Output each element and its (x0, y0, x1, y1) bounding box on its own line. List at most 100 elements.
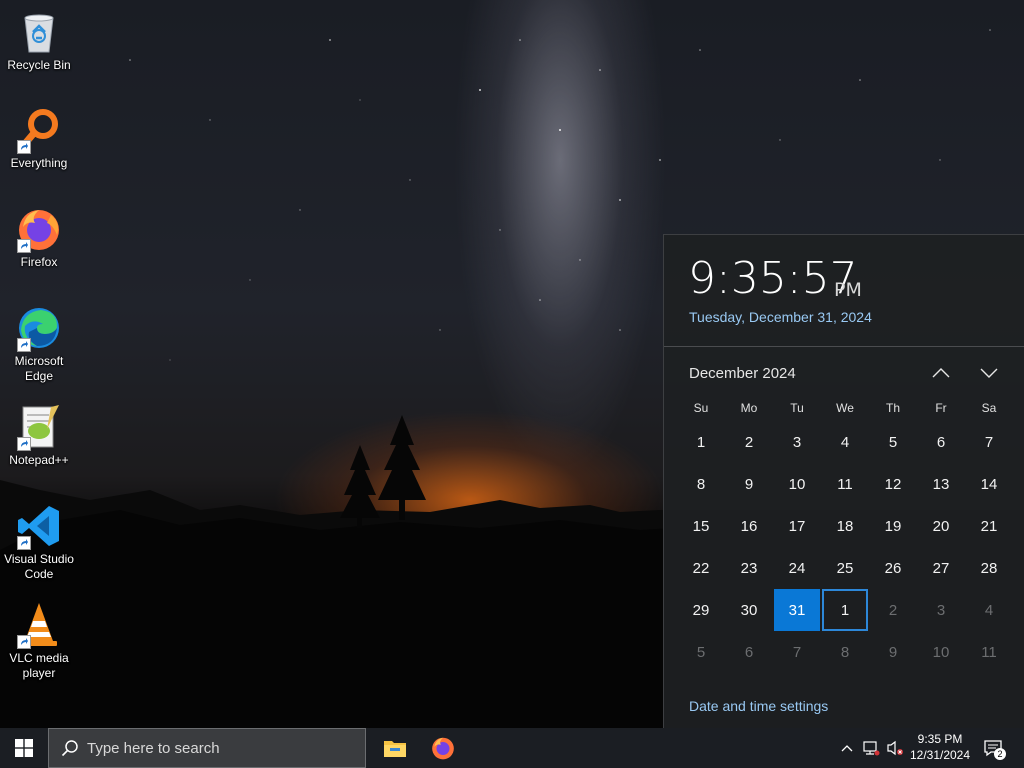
desktop-icon-label: Visual Studio Code (4, 552, 74, 581)
day-of-week: Fr (935, 401, 947, 415)
calendar-day[interactable]: 2 (725, 421, 773, 463)
date-time-settings-link[interactable]: Date and time settings (689, 698, 828, 714)
show-hidden-icons-button[interactable] (838, 728, 856, 768)
calendar-day-next-month[interactable]: 7 (773, 631, 821, 673)
calendar-day[interactable]: 14 (965, 463, 1013, 505)
taskbar-time: 9:35 PM (917, 732, 963, 746)
day-of-week: Sa (981, 401, 997, 415)
day-of-week: Th (885, 401, 900, 415)
calendar-day[interactable]: 1 (677, 421, 725, 463)
chevron-up-icon (932, 368, 950, 378)
action-center-button[interactable] (978, 728, 1008, 768)
chevron-up-icon (841, 745, 853, 752)
day-of-week: Mo (740, 401, 758, 415)
windows-logo-icon (15, 739, 33, 757)
taskbar-file-explorer[interactable] (371, 728, 419, 768)
flyout-divider (664, 346, 1024, 347)
calendar-day[interactable]: 24 (773, 547, 821, 589)
calendar-day[interactable]: 9 (725, 463, 773, 505)
network-status-button[interactable] (860, 728, 882, 768)
desktop-icon-label: Everything (10, 156, 68, 170)
calendar-day-today[interactable]: 31 (774, 589, 820, 631)
calendar-day-next-month[interactable]: 2 (869, 589, 917, 631)
calendar-day[interactable]: 27 (917, 547, 965, 589)
calendar-day-next-month[interactable]: 5 (677, 631, 725, 673)
calendar-week: 1 2 3 4 5 6 7 (677, 421, 1013, 463)
calendar-day[interactable]: 17 (773, 505, 821, 547)
calendar-day[interactable]: 22 (677, 547, 725, 589)
calendar-day-next-month[interactable]: 6 (725, 631, 773, 673)
calendar-day[interactable]: 21 (965, 505, 1013, 547)
recycle-bin-icon (15, 8, 63, 56)
calendar-day[interactable]: 16 (725, 505, 773, 547)
desktop-icon-microsoft-edge[interactable]: Microsoft Edge (2, 304, 76, 384)
edge-icon (15, 304, 63, 352)
calendar-day[interactable]: 7 (965, 421, 1013, 463)
calendar-month-label[interactable]: December 2024 (689, 365, 796, 382)
volume-button[interactable] (884, 728, 906, 768)
desktop-icon-label: VLC media player (9, 651, 69, 680)
calendar-day[interactable]: 8 (677, 463, 725, 505)
calendar-day-next-month[interactable]: 3 (917, 589, 965, 631)
calendar-day[interactable]: 13 (917, 463, 965, 505)
network-icon (863, 741, 880, 756)
calendar-day[interactable]: 30 (725, 589, 773, 631)
calendar-day[interactable]: 6 (917, 421, 965, 463)
calendar-day[interactable]: 19 (869, 505, 917, 547)
clock-time: 9:35:57 (688, 253, 858, 304)
shortcut-arrow-icon (17, 140, 31, 154)
calendar-day[interactable]: 23 (725, 547, 773, 589)
calendar-day[interactable]: 3 (773, 421, 821, 463)
calendar-day[interactable]: 29 (677, 589, 725, 631)
calendar-day[interactable]: 26 (869, 547, 917, 589)
calendar-flyout: 9:35:57 PM Tuesday, December 31, 2024 De… (663, 234, 1024, 729)
calendar-day[interactable]: 4 (821, 421, 869, 463)
shortcut-arrow-icon (17, 338, 31, 352)
calendar-day[interactable]: 5 (869, 421, 917, 463)
days-of-week-header: Su Mo Tu We Th Fr Sa (677, 401, 1013, 421)
previous-month-button[interactable] (924, 359, 958, 387)
vlc-icon (15, 601, 63, 649)
shortcut-arrow-icon (17, 239, 31, 253)
shortcut-arrow-icon (17, 635, 31, 649)
calendar-day[interactable]: 12 (869, 463, 917, 505)
desktop-icon-label: Notepad++ (9, 453, 69, 467)
calendar-day[interactable]: 18 (821, 505, 869, 547)
start-button[interactable] (0, 728, 48, 768)
calendar-day-next-month[interactable]: 10 (917, 631, 965, 673)
calendar-day[interactable]: 10 (773, 463, 821, 505)
search-icon (61, 739, 79, 757)
calendar-day-next-month[interactable]: 4 (965, 589, 1013, 631)
calendar-day-focused[interactable]: 1 (822, 589, 868, 631)
taskbar-search-box[interactable]: Type here to search (48, 728, 366, 768)
desktop-icon-label: Microsoft Edge (14, 354, 64, 383)
desktop-icon-vlc-media-player[interactable]: VLC media player (2, 601, 76, 681)
desktop-icon-firefox[interactable]: Firefox (2, 205, 76, 270)
taskbar-clock[interactable]: 9:35 PM 12/31/2024 (904, 731, 976, 763)
calendar-day-next-month[interactable]: 11 (965, 631, 1013, 673)
vscode-icon (15, 502, 63, 550)
calendar-day[interactable]: 28 (965, 547, 1013, 589)
desktop-icon-notepad-plus-plus[interactable]: Notepad++ (2, 403, 76, 468)
chevron-down-icon (980, 368, 998, 378)
calendar-week: 8 9 10 11 12 13 14 (677, 463, 1013, 505)
clock-ampm: PM (834, 279, 862, 301)
calendar-day[interactable]: 11 (821, 463, 869, 505)
everything-search-icon (15, 106, 63, 154)
desktop-icon-recycle-bin[interactable]: Recycle Bin (2, 8, 76, 73)
calendar-day[interactable]: 15 (677, 505, 725, 547)
calendar-day-next-month[interactable]: 9 (869, 631, 917, 673)
day-of-week: Su (693, 401, 709, 415)
long-date-link[interactable]: Tuesday, December 31, 2024 (689, 309, 872, 325)
calendar-week: 15 16 17 18 19 20 21 (677, 505, 1013, 547)
next-month-button[interactable] (972, 359, 1006, 387)
firefox-icon (15, 205, 63, 253)
calendar-day[interactable]: 20 (917, 505, 965, 547)
calendar-day-next-month[interactable]: 8 (821, 631, 869, 673)
taskbar-firefox[interactable] (419, 728, 467, 768)
volume-muted-icon (887, 740, 903, 756)
calendar-day[interactable]: 25 (821, 547, 869, 589)
desktop-icon-everything[interactable]: Everything (2, 106, 76, 171)
firefox-icon (432, 737, 454, 760)
desktop-icon-visual-studio-code[interactable]: Visual Studio Code (2, 502, 76, 582)
